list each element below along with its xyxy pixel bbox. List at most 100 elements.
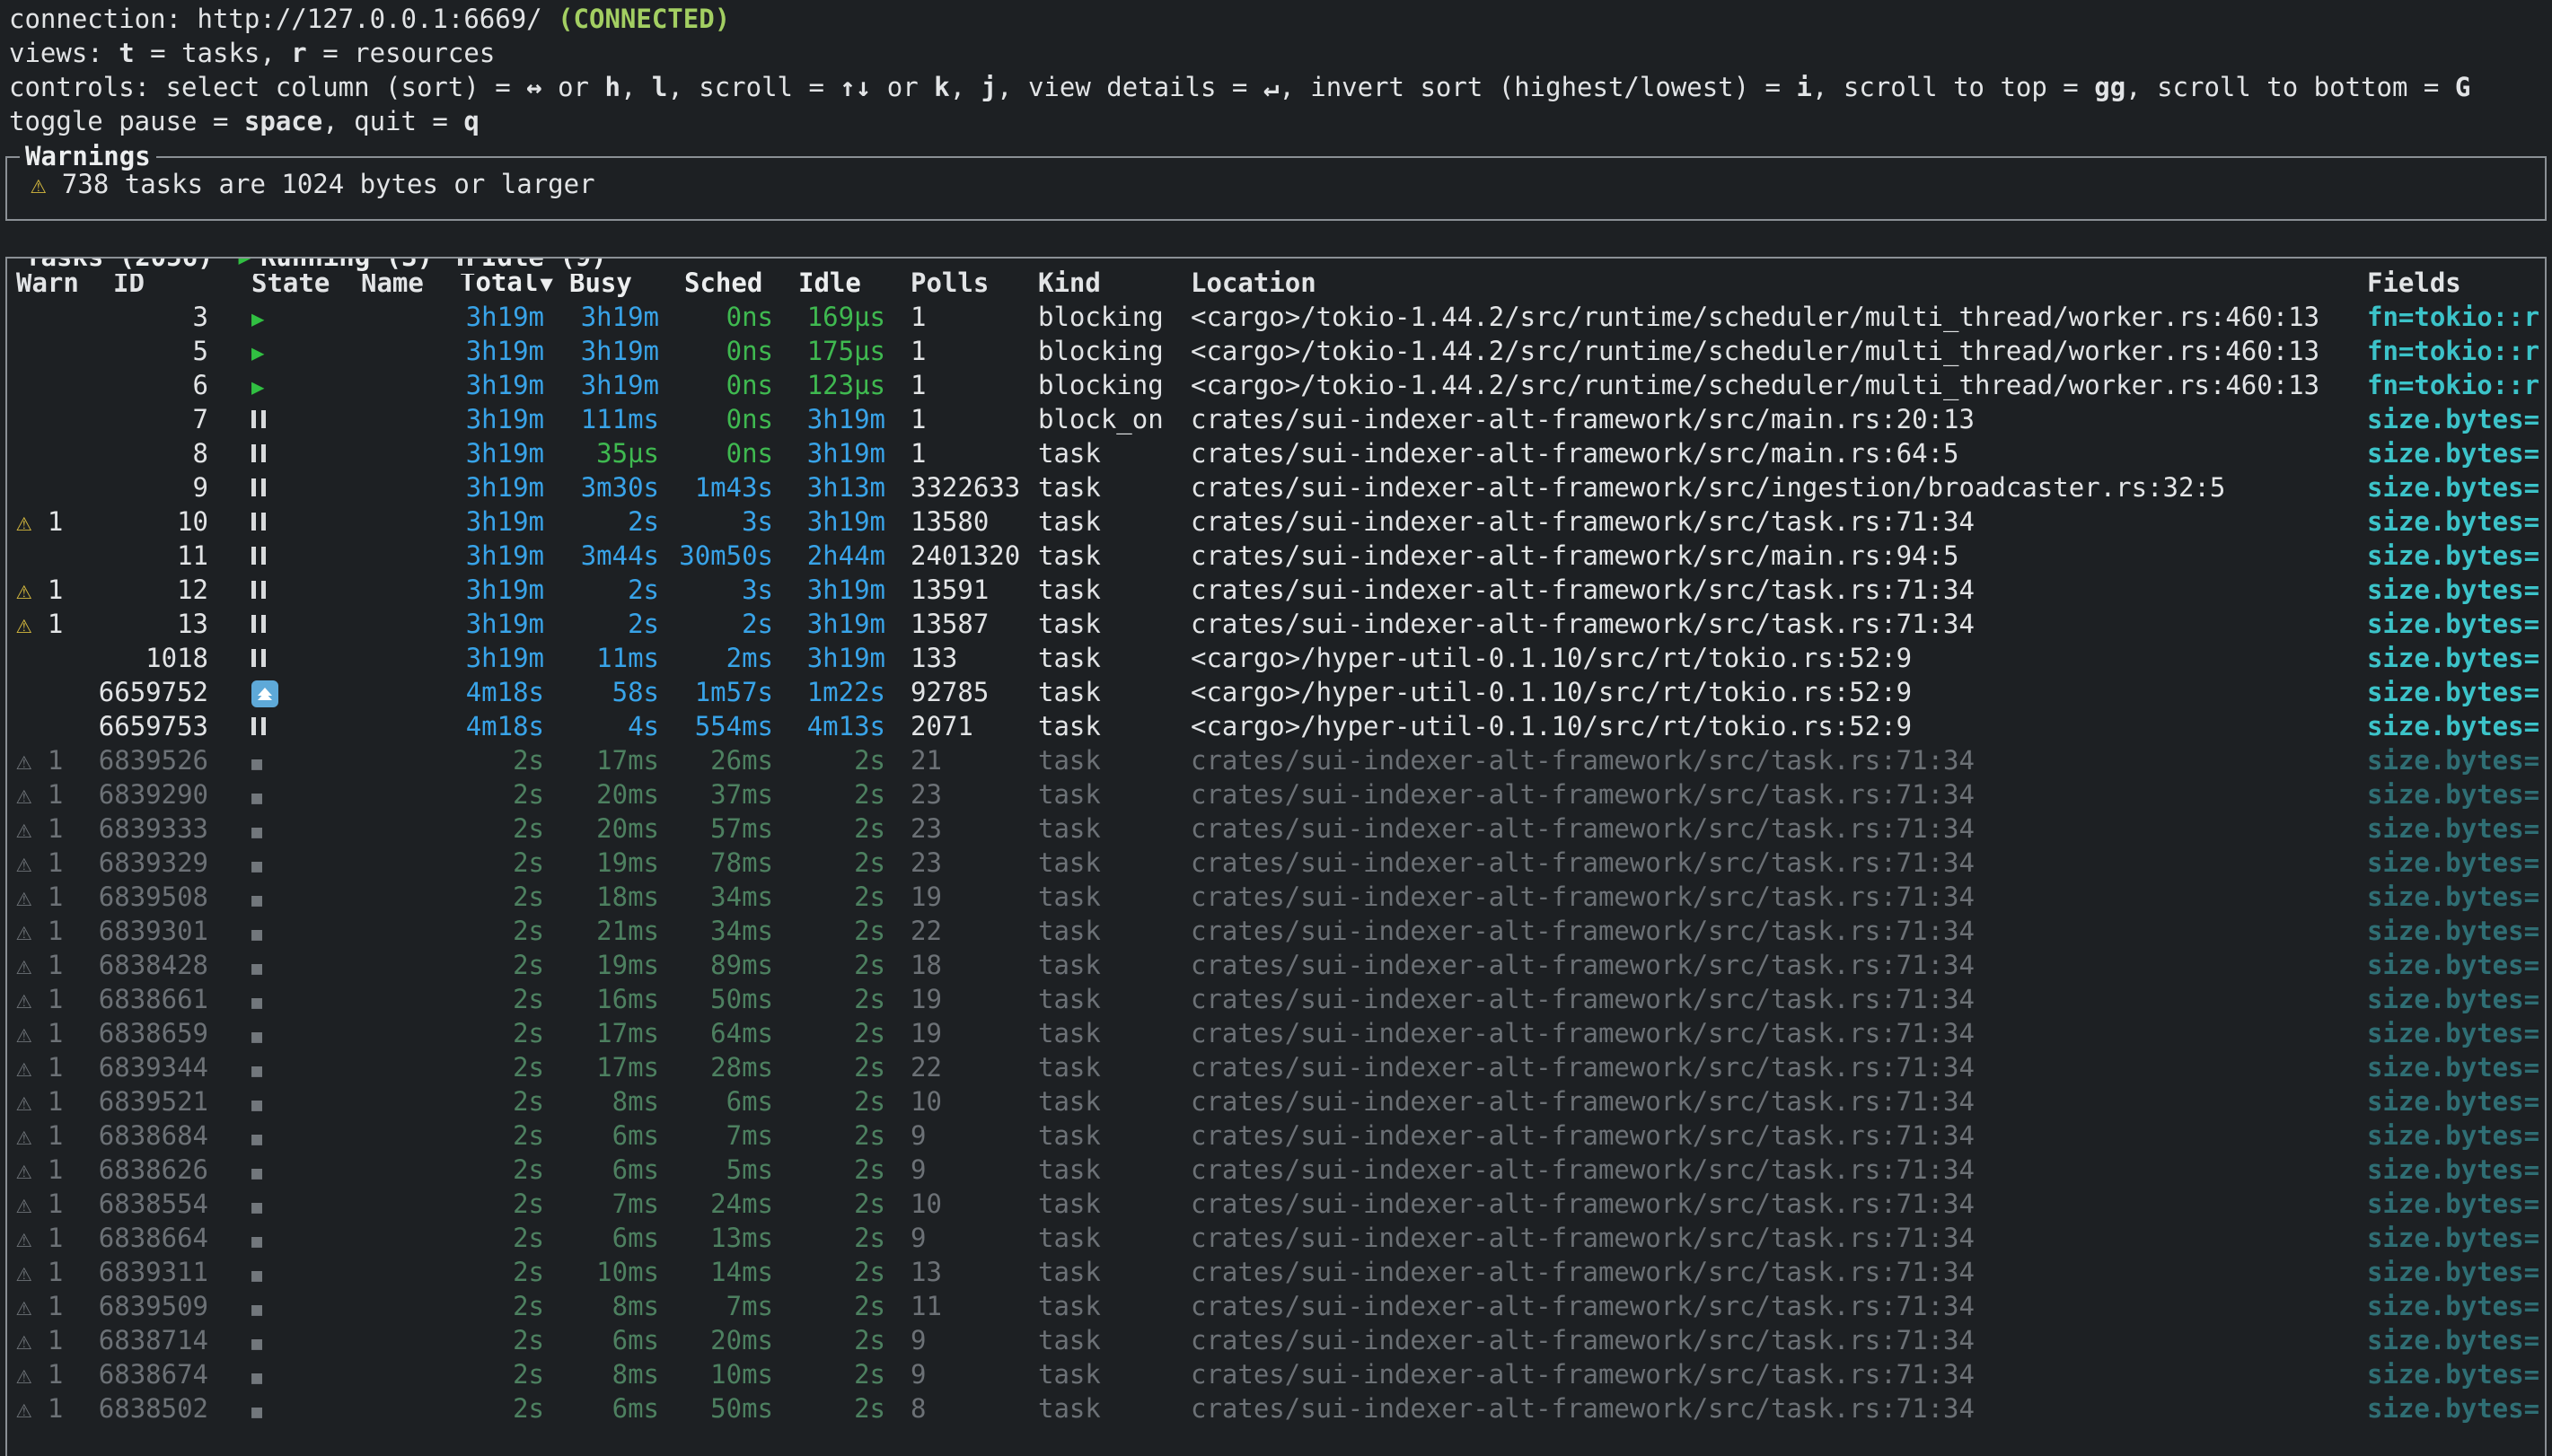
task-row[interactable]: ⚠ 16839301■2s21ms34ms2s22taskcrates/sui-… — [7, 914, 2545, 948]
busy-cell: 2s — [559, 607, 673, 641]
warning-icon: ⚠ — [16, 1393, 31, 1424]
task-row[interactable]: ⚠ 16839311■2s10ms14ms2s13taskcrates/sui-… — [7, 1255, 2545, 1289]
task-row[interactable]: ⚠ 1103h19m2s3s3h19m13580taskcrates/sui-i… — [7, 504, 2545, 539]
column-header-polls[interactable]: Polls — [900, 266, 1027, 300]
warn-count: 1 — [31, 609, 63, 639]
busy-cell: 6ms — [559, 1153, 673, 1187]
kind-cell: task — [1027, 777, 1180, 811]
task-row[interactable]: ⚠ 16838502■2s6ms50ms2s8taskcrates/sui-in… — [7, 1391, 2545, 1425]
task-row[interactable]: ⚠ 16839526■2s17ms26ms2s21taskcrates/sui-… — [7, 743, 2545, 777]
state-cell — [224, 573, 350, 607]
location-cell: crates/sui-indexer-alt-framework/src/tas… — [1180, 1323, 2356, 1357]
fields-cell: size.bytes= — [2356, 1391, 2545, 1425]
task-row[interactable]: ⚠ 16839344■2s17ms28ms2s22taskcrates/sui-… — [7, 1050, 2545, 1084]
state-cell: ▶ — [224, 368, 350, 402]
task-row[interactable]: 66597534m18s4s554ms4m13s2071task<cargo>/… — [7, 709, 2545, 743]
warn-cell: ⚠ 1 — [7, 1357, 97, 1391]
tasks-table: WarnIDStateNameTotal▼BusySchedIdlePollsK… — [7, 266, 2545, 1425]
busy-cell: 17ms — [559, 743, 673, 777]
text-segment: or — [871, 72, 934, 102]
task-row[interactable]: ⚠ 16838714■2s6ms20ms2s9taskcrates/sui-in… — [7, 1323, 2545, 1357]
task-row[interactable]: ⚠ 16838684■2s6ms7ms2s9taskcrates/sui-ind… — [7, 1118, 2545, 1153]
task-row[interactable]: ⚠ 16839508■2s18ms34ms2s19taskcrates/sui-… — [7, 880, 2545, 914]
location-cell: crates/sui-indexer-alt-framework/src/tas… — [1180, 982, 2356, 1016]
polls-cell: 133 — [900, 641, 1027, 675]
task-row[interactable]: 66597524m18s58s1m57s1m22s92785task<cargo… — [7, 675, 2545, 709]
idle-cell: 3h19m — [788, 573, 900, 607]
text-segment: toggle pause = — [9, 106, 244, 136]
key-hint: t — [119, 38, 134, 68]
warning-icon: ⚠ — [16, 745, 31, 776]
idle-cell: 1m22s — [788, 675, 900, 709]
task-row[interactable]: ⚠ 16838428■2s19ms89ms2s18taskcrates/sui-… — [7, 948, 2545, 982]
column-header-idle[interactable]: Idle — [788, 266, 900, 300]
task-row[interactable]: ⚠ 16838659■2s17ms64ms2s19taskcrates/sui-… — [7, 1016, 2545, 1050]
column-header-label: Kind — [1038, 268, 1101, 298]
task-row[interactable]: 5▶3h19m3h19m0ns175µs1blocking<cargo>/tok… — [7, 334, 2545, 368]
total-cell: 2s — [449, 1323, 559, 1357]
task-row[interactable]: ⚠ 16839290■2s20ms37ms2s23taskcrates/sui-… — [7, 777, 2545, 811]
task-row[interactable]: ⚠ 16839509■2s8ms7ms2s11taskcrates/sui-in… — [7, 1289, 2545, 1323]
task-row[interactable]: ⚠ 16838664■2s6ms13ms2s9taskcrates/sui-in… — [7, 1221, 2545, 1255]
state-cell — [224, 539, 350, 573]
task-row[interactable]: ⚠ 16838554■2s7ms24ms2s10taskcrates/sui-i… — [7, 1187, 2545, 1221]
idle-cell: 2s — [788, 1187, 900, 1221]
polls-cell: 11 — [900, 1289, 1027, 1323]
state-cell: ■ — [224, 743, 350, 777]
location-cell: <cargo>/tokio-1.44.2/src/runtime/schedul… — [1180, 300, 2356, 334]
idle-cell: 123µs — [788, 368, 900, 402]
warn-count: 1 — [31, 575, 63, 605]
sched-cell: 13ms — [673, 1221, 788, 1255]
location-cell: crates/sui-indexer-alt-framework/src/tas… — [1180, 573, 2356, 607]
total-cell: 2s — [449, 1255, 559, 1289]
total-cell: 2s — [449, 1016, 559, 1050]
total-cell: 3h19m — [449, 368, 559, 402]
column-header-fields[interactable]: Fields — [2356, 266, 2545, 300]
state-cell: ■ — [224, 1255, 350, 1289]
task-row[interactable]: ⚠ 16838626■2s6ms5ms2s9taskcrates/sui-ind… — [7, 1153, 2545, 1187]
state-completed-icon: ■ — [251, 786, 262, 808]
task-row[interactable]: ⚠ 16839333■2s20ms57ms2s23taskcrates/sui-… — [7, 811, 2545, 846]
busy-cell: 58s — [559, 675, 673, 709]
idle-cell: 2s — [788, 1255, 900, 1289]
sched-cell: 64ms — [673, 1016, 788, 1050]
task-row[interactable]: 83h19m35µs0ns3h19m1taskcrates/sui-indexe… — [7, 436, 2545, 470]
task-row[interactable]: 10183h19m11ms2ms3h19m133task<cargo>/hype… — [7, 641, 2545, 675]
task-row[interactable]: 93h19m3m30s1m43s3h13m3322633taskcrates/s… — [7, 470, 2545, 504]
warn-count: 1 — [31, 950, 63, 980]
task-row[interactable]: 113h19m3m44s30m50s2h44m2401320taskcrates… — [7, 539, 2545, 573]
task-row[interactable]: ⚠ 16839521■2s8ms6ms2s10taskcrates/sui-in… — [7, 1084, 2545, 1118]
kind-cell: task — [1027, 982, 1180, 1016]
task-row[interactable]: ⚠ 1133h19m2s2s3h19m13587taskcrates/sui-i… — [7, 607, 2545, 641]
busy-cell: 20ms — [559, 811, 673, 846]
kind-cell: task — [1027, 846, 1180, 880]
idle-cell: 2s — [788, 1391, 900, 1425]
task-row[interactable]: ⚠ 16838674■2s8ms10ms2s9taskcrates/sui-in… — [7, 1357, 2545, 1391]
id-cell: 5 — [97, 334, 224, 368]
state-completed-icon: ■ — [251, 923, 262, 944]
task-row[interactable]: 3▶3h19m3h19m0ns169µs1blocking<cargo>/tok… — [7, 300, 2545, 334]
warn-cell: ⚠ 1 — [7, 1153, 97, 1187]
polls-cell: 23 — [900, 777, 1027, 811]
state-idle-icon — [251, 410, 266, 428]
warn-cell: ⚠ 1 — [7, 743, 97, 777]
idle-cell: 4m13s — [788, 709, 900, 743]
task-row[interactable]: 6▶3h19m3h19m0ns123µs1blocking<cargo>/tok… — [7, 368, 2545, 402]
column-header-location[interactable]: Location — [1180, 266, 2356, 300]
idle-cell: 2s — [788, 880, 900, 914]
state-cell: ■ — [224, 1187, 350, 1221]
column-header-sched[interactable]: Sched — [673, 266, 788, 300]
fields-cell: size.bytes= — [2356, 743, 2545, 777]
sched-cell: 57ms — [673, 811, 788, 846]
column-header-kind[interactable]: Kind — [1027, 266, 1180, 300]
location-cell: crates/sui-indexer-alt-framework/src/tas… — [1180, 1357, 2356, 1391]
column-header-label: Fields — [2367, 268, 2461, 298]
warn-count: 1 — [31, 1291, 63, 1321]
busy-cell: 7ms — [559, 1187, 673, 1221]
task-row[interactable]: ⚠ 1123h19m2s3s3h19m13591taskcrates/sui-i… — [7, 573, 2545, 607]
task-row[interactable]: ⚠ 16838661■2s16ms50ms2s19taskcrates/sui-… — [7, 982, 2545, 1016]
kind-cell: task — [1027, 1221, 1180, 1255]
fields-cell: size.bytes= — [2356, 811, 2545, 846]
task-row[interactable]: 73h19m111ms0ns3h19m1block_oncrates/sui-i… — [7, 402, 2545, 436]
task-row[interactable]: ⚠ 16839329■2s19ms78ms2s23taskcrates/sui-… — [7, 846, 2545, 880]
